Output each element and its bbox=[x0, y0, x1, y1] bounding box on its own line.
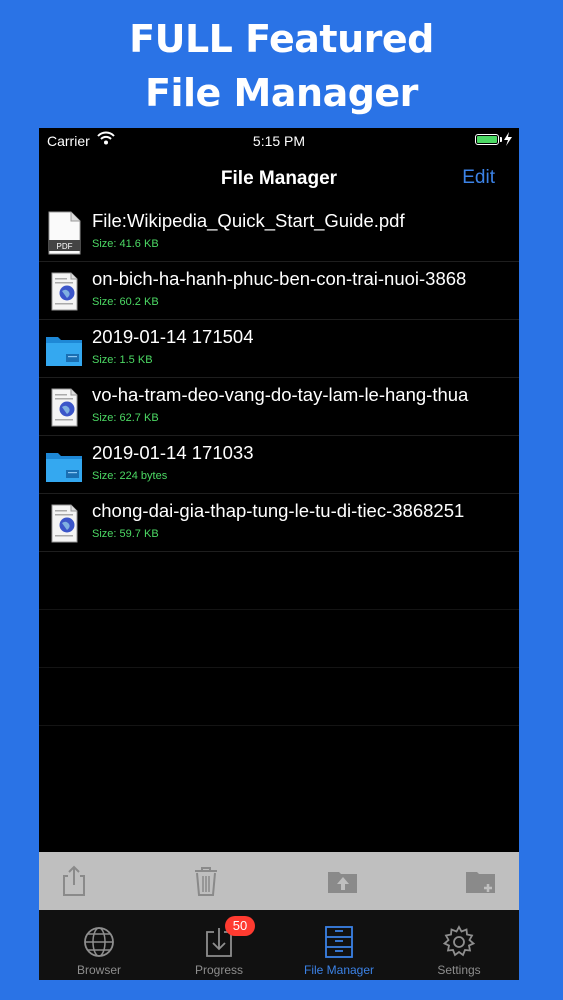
web-document-icon bbox=[45, 385, 83, 429]
web-document-icon bbox=[45, 269, 83, 313]
empty-row-separator bbox=[39, 668, 519, 726]
phone-screen: Carrier 5:15 PM File Manager Edit PDF Fi… bbox=[39, 128, 519, 980]
headline-line-1: FULL Featured bbox=[129, 17, 434, 61]
file-name: vo-ha-tram-deo-vang-do-tay-lam-le-hang-t… bbox=[92, 384, 469, 405]
charging-icon bbox=[502, 132, 514, 146]
file-size: Size: 1.5 KB bbox=[92, 354, 153, 366]
headline-line-2: File Manager bbox=[145, 71, 418, 115]
file-size: Size: 60.2 KB bbox=[92, 296, 159, 308]
tab-label: File Manager bbox=[303, 963, 375, 977]
folder-icon bbox=[45, 327, 83, 371]
tab-bar: Browser Progress 50 File Manager Setting… bbox=[39, 910, 519, 980]
file-row[interactable]: on-bich-ha-hanh-phuc-ben-con-trai-nuoi-3… bbox=[39, 262, 519, 320]
battery-icon bbox=[475, 134, 499, 145]
tab-browser[interactable]: Browser bbox=[39, 910, 159, 980]
file-row[interactable]: 2019-01-14 171033 Size: 224 bytes bbox=[39, 436, 519, 494]
file-size: Size: 62.7 KB bbox=[92, 412, 159, 424]
tab-label: Progress bbox=[194, 963, 244, 977]
tab-settings[interactable]: Settings bbox=[399, 910, 519, 980]
new-folder-icon[interactable] bbox=[464, 864, 498, 898]
status-bar: Carrier 5:15 PM bbox=[39, 128, 519, 154]
file-name: File:Wikipedia_Quick_Start_Guide.pdf bbox=[92, 210, 405, 231]
tab-label: Settings bbox=[437, 963, 481, 977]
web-document-icon bbox=[45, 501, 83, 545]
tab-label: Browser bbox=[76, 963, 121, 977]
file-cabinet-icon bbox=[322, 925, 356, 959]
globe-icon bbox=[82, 925, 116, 959]
promo-headline: FULL Featured File Manager bbox=[0, 12, 563, 120]
progress-count-badge: 50 bbox=[225, 916, 255, 936]
file-name: 2019-01-14 171033 bbox=[92, 442, 254, 463]
pdf-file-icon: PDF bbox=[45, 211, 83, 255]
file-row[interactable]: PDF File:Wikipedia_Quick_Start_Guide.pdf… bbox=[39, 204, 519, 262]
empty-row-separator bbox=[39, 610, 519, 668]
trash-icon[interactable] bbox=[189, 864, 223, 898]
file-row[interactable]: vo-ha-tram-deo-vang-do-tay-lam-le-hang-t… bbox=[39, 378, 519, 436]
edit-button[interactable]: Edit bbox=[462, 167, 495, 189]
folder-icon bbox=[45, 443, 83, 487]
share-icon[interactable] bbox=[57, 864, 91, 898]
file-name: chong-dai-gia-thap-tung-le-tu-di-tiec-38… bbox=[92, 500, 465, 521]
bottom-toolbar bbox=[39, 852, 519, 910]
file-row[interactable]: chong-dai-gia-thap-tung-le-tu-di-tiec-38… bbox=[39, 494, 519, 552]
file-size: Size: 224 bytes bbox=[92, 470, 168, 482]
tab-file-manager[interactable]: File Manager bbox=[279, 910, 399, 980]
clock: 5:15 PM bbox=[252, 133, 306, 149]
navigation-bar: File Manager Edit bbox=[39, 154, 519, 204]
file-row[interactable]: 2019-01-14 171504 Size: 1.5 KB bbox=[39, 320, 519, 378]
pdf-icon-label: PDF bbox=[57, 242, 73, 251]
folder-upload-icon[interactable] bbox=[326, 864, 360, 898]
file-size: Size: 41.6 KB bbox=[92, 238, 159, 250]
file-list: PDF File:Wikipedia_Quick_Start_Guide.pdf… bbox=[39, 204, 519, 726]
file-name: on-bich-ha-hanh-phuc-ben-con-trai-nuoi-3… bbox=[92, 268, 467, 289]
tab-progress[interactable]: Progress bbox=[159, 910, 279, 980]
gear-icon bbox=[442, 925, 476, 959]
file-name: 2019-01-14 171504 bbox=[92, 326, 254, 347]
empty-row-separator bbox=[39, 552, 519, 610]
page-title: File Manager bbox=[220, 168, 338, 189]
file-size: Size: 59.7 KB bbox=[92, 528, 159, 540]
